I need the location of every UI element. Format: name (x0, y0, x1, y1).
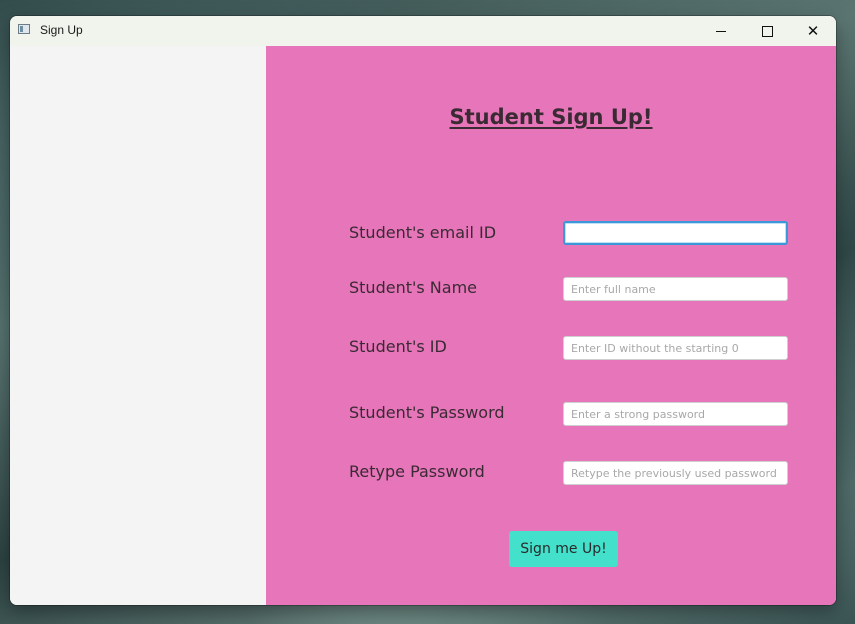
close-button[interactable]: ✕ (790, 16, 836, 46)
password-field[interactable] (563, 402, 788, 426)
signup-form-panel: Student Sign Up! Student's email ID Stud… (266, 46, 836, 605)
minimize-button[interactable] (698, 16, 744, 46)
password-label: Student's Password (349, 403, 505, 422)
retype-password-field[interactable] (563, 461, 788, 485)
sign-up-button[interactable]: Sign me Up! (509, 531, 618, 567)
close-icon: ✕ (806, 21, 820, 40)
email-field[interactable] (563, 221, 788, 245)
signup-window: Sign Up ✕ Student Sign Up! Student's ema… (10, 16, 836, 605)
name-field[interactable] (563, 277, 788, 301)
title-bar[interactable]: Sign Up ✕ (10, 16, 836, 46)
student-id-label: Student's ID (349, 337, 447, 356)
email-label: Student's email ID (349, 223, 497, 242)
minimize-icon (716, 30, 726, 32)
name-label: Student's Name (349, 278, 478, 297)
maximize-button[interactable] (744, 16, 790, 46)
maximize-icon (761, 25, 773, 37)
student-id-field[interactable] (563, 336, 788, 360)
app-window-icon (18, 24, 30, 34)
form-heading: Student Sign Up! (449, 105, 653, 129)
window-title: Sign Up (40, 23, 83, 37)
retype-password-label: Retype Password (349, 462, 485, 481)
left-panel (10, 46, 266, 605)
